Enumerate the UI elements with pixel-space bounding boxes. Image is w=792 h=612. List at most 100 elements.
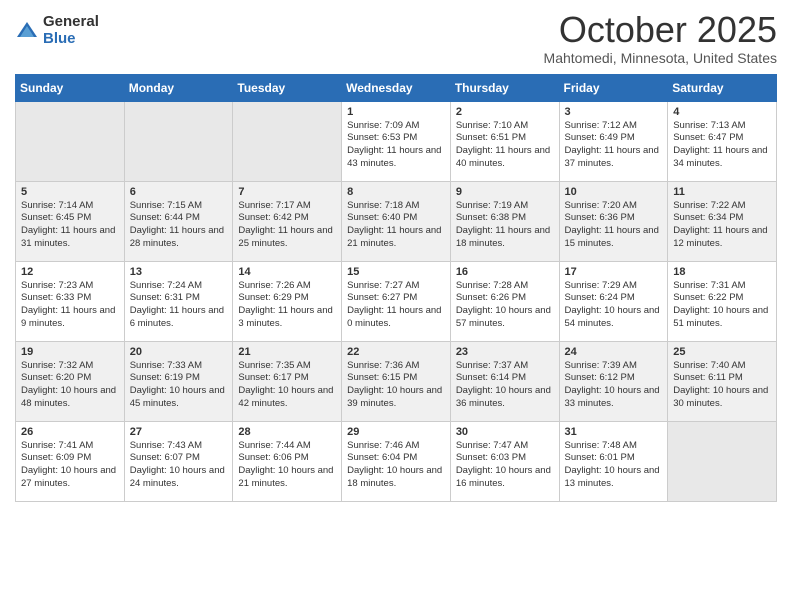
day-number: 3 xyxy=(565,106,663,118)
calendar-cell: 30Sunrise: 7:47 AM Sunset: 6:03 PM Dayli… xyxy=(450,421,559,501)
day-content: Sunrise: 7:10 AM Sunset: 6:51 PM Dayligh… xyxy=(456,120,554,171)
day-content: Sunrise: 7:26 AM Sunset: 6:29 PM Dayligh… xyxy=(238,280,336,331)
calendar-cell: 4Sunrise: 7:13 AM Sunset: 6:47 PM Daylig… xyxy=(668,101,777,181)
calendar-cell xyxy=(668,421,777,501)
day-content: Sunrise: 7:20 AM Sunset: 6:36 PM Dayligh… xyxy=(565,200,663,251)
calendar-cell: 22 Sunrise: 7:36 AM Sunset: 6:15 PM Dayli… xyxy=(342,341,451,421)
day-number: 31 xyxy=(565,426,663,438)
day-number: 20 xyxy=(130,346,228,358)
day-number: 4 xyxy=(673,106,771,118)
header-thursday: Thursday xyxy=(450,74,559,101)
calendar-cell: 19 Sunrise: 7:32 AM Sunset: 6:20 PM Dayli… xyxy=(16,341,125,421)
calendar-week-row: 1Sunrise: 7:09 AM Sunset: 6:53 PM Daylig… xyxy=(16,101,777,181)
calendar-cell: 28 Sunrise: 7:44 AM Sunset: 6:06 PM Dayli… xyxy=(233,421,342,501)
calendar-header-row: SundayMondayTuesdayWednesdayThursdayFrid… xyxy=(16,74,777,101)
header-tuesday: Tuesday xyxy=(233,74,342,101)
day-number: 14 xyxy=(238,266,336,278)
day-number: 2 xyxy=(456,106,554,118)
calendar-table: SundayMondayTuesdayWednesdayThursdayFrid… xyxy=(15,74,777,502)
day-content: Sunrise: 7:12 AM Sunset: 6:49 PM Dayligh… xyxy=(565,120,663,171)
calendar-cell: 23Sunrise: 7:37 AM Sunset: 6:14 PM Dayli… xyxy=(450,341,559,421)
calendar-cell: 20 Sunrise: 7:33 AM Sunset: 6:19 PM Dayli… xyxy=(124,341,233,421)
header-wednesday: Wednesday xyxy=(342,74,451,101)
calendar-cell: 6 Sunrise: 7:15 AM Sunset: 6:44 PM Daylig… xyxy=(124,181,233,261)
calendar-cell: 8Sunrise: 7:18 AM Sunset: 6:40 PM Daylig… xyxy=(342,181,451,261)
day-number: 10 xyxy=(565,186,663,198)
calendar-week-row: 5Sunrise: 7:14 AM Sunset: 6:45 PM Daylig… xyxy=(16,181,777,261)
calendar-week-row: 12 Sunrise: 7:23 AM Sunset: 6:33 PM Dayli… xyxy=(16,261,777,341)
header-sunday: Sunday xyxy=(16,74,125,101)
day-content: Sunrise: 7:27 AM Sunset: 6:27 PM Dayligh… xyxy=(347,280,445,331)
day-number: 9 xyxy=(456,186,554,198)
calendar-cell: 3 Sunrise: 7:12 AM Sunset: 6:49 PM Daylig… xyxy=(559,101,668,181)
day-number: 21 xyxy=(238,346,336,358)
day-content: Sunrise: 7:23 AM Sunset: 6:33 PM Dayligh… xyxy=(21,280,119,331)
day-content: Sunrise: 7:31 AM Sunset: 6:22 PM Dayligh… xyxy=(673,280,771,331)
calendar-cell: 15 Sunrise: 7:27 AM Sunset: 6:27 PM Dayli… xyxy=(342,261,451,341)
calendar-cell: 9 Sunrise: 7:19 AM Sunset: 6:38 PM Daylig… xyxy=(450,181,559,261)
day-content: Sunrise: 7:46 AM Sunset: 6:04 PM Dayligh… xyxy=(347,440,445,491)
calendar-cell: 7 Sunrise: 7:17 AM Sunset: 6:42 PM Daylig… xyxy=(233,181,342,261)
header-saturday: Saturday xyxy=(668,74,777,101)
title-section: October 2025 Mahtomedi, Minnesota, Unite… xyxy=(544,10,777,66)
day-content: Sunrise: 7:28 AM Sunset: 6:26 PM Dayligh… xyxy=(456,280,554,331)
day-number: 27 xyxy=(130,426,228,438)
day-number: 12 xyxy=(21,266,119,278)
day-content: Sunrise: 7:19 AM Sunset: 6:38 PM Dayligh… xyxy=(456,200,554,251)
header-friday: Friday xyxy=(559,74,668,101)
day-content: Sunrise: 7:36 AM Sunset: 6:15 PM Dayligh… xyxy=(347,360,445,411)
day-content: Sunrise: 7:32 AM Sunset: 6:20 PM Dayligh… xyxy=(21,360,119,411)
calendar-cell: 18 Sunrise: 7:31 AM Sunset: 6:22 PM Dayli… xyxy=(668,261,777,341)
page-header: General Blue October 2025 Mahtomedi, Min… xyxy=(15,10,777,66)
day-number: 24 xyxy=(565,346,663,358)
calendar-week-row: 26Sunrise: 7:41 AM Sunset: 6:09 PM Dayli… xyxy=(16,421,777,501)
calendar-cell xyxy=(16,101,125,181)
month-title: October 2025 xyxy=(544,10,777,50)
day-number: 6 xyxy=(130,186,228,198)
calendar-cell: 10 Sunrise: 7:20 AM Sunset: 6:36 PM Dayli… xyxy=(559,181,668,261)
day-content: Sunrise: 7:24 AM Sunset: 6:31 PM Dayligh… xyxy=(130,280,228,331)
day-number: 25 xyxy=(673,346,771,358)
day-number: 18 xyxy=(673,266,771,278)
logo-icon xyxy=(15,19,39,43)
calendar-cell: 1Sunrise: 7:09 AM Sunset: 6:53 PM Daylig… xyxy=(342,101,451,181)
day-content: Sunrise: 7:37 AM Sunset: 6:14 PM Dayligh… xyxy=(456,360,554,411)
calendar-cell xyxy=(233,101,342,181)
calendar-cell: 11Sunrise: 7:22 AM Sunset: 6:34 PM Dayli… xyxy=(668,181,777,261)
day-content: Sunrise: 7:15 AM Sunset: 6:44 PM Dayligh… xyxy=(130,200,228,251)
day-content: Sunrise: 7:44 AM Sunset: 6:06 PM Dayligh… xyxy=(238,440,336,491)
calendar-cell: 21 Sunrise: 7:35 AM Sunset: 6:17 PM Dayli… xyxy=(233,341,342,421)
day-number: 17 xyxy=(565,266,663,278)
day-content: Sunrise: 7:14 AM Sunset: 6:45 PM Dayligh… xyxy=(21,200,119,251)
day-content: Sunrise: 7:17 AM Sunset: 6:42 PM Dayligh… xyxy=(238,200,336,251)
calendar-cell: 13 Sunrise: 7:24 AM Sunset: 6:31 PM Dayli… xyxy=(124,261,233,341)
logo-general: General xyxy=(43,14,99,31)
day-content: Sunrise: 7:41 AM Sunset: 6:09 PM Dayligh… xyxy=(21,440,119,491)
day-number: 15 xyxy=(347,266,445,278)
logo-text: General Blue xyxy=(43,14,99,47)
logo-blue: Blue xyxy=(43,31,99,48)
calendar-cell: 24Sunrise: 7:39 AM Sunset: 6:12 PM Dayli… xyxy=(559,341,668,421)
day-content: Sunrise: 7:35 AM Sunset: 6:17 PM Dayligh… xyxy=(238,360,336,411)
calendar-cell: 16 Sunrise: 7:28 AM Sunset: 6:26 PM Dayli… xyxy=(450,261,559,341)
header-monday: Monday xyxy=(124,74,233,101)
day-number: 19 xyxy=(21,346,119,358)
calendar-cell: 2 Sunrise: 7:10 AM Sunset: 6:51 PM Daylig… xyxy=(450,101,559,181)
calendar-cell: 12 Sunrise: 7:23 AM Sunset: 6:33 PM Dayli… xyxy=(16,261,125,341)
day-content: Sunrise: 7:43 AM Sunset: 6:07 PM Dayligh… xyxy=(130,440,228,491)
day-number: 13 xyxy=(130,266,228,278)
day-number: 16 xyxy=(456,266,554,278)
calendar-cell: 17Sunrise: 7:29 AM Sunset: 6:24 PM Dayli… xyxy=(559,261,668,341)
day-content: Sunrise: 7:09 AM Sunset: 6:53 PM Dayligh… xyxy=(347,120,445,171)
location: Mahtomedi, Minnesota, United States xyxy=(544,50,777,66)
day-number: 22 xyxy=(347,346,445,358)
calendar-cell: 5Sunrise: 7:14 AM Sunset: 6:45 PM Daylig… xyxy=(16,181,125,261)
day-content: Sunrise: 7:33 AM Sunset: 6:19 PM Dayligh… xyxy=(130,360,228,411)
calendar-cell: 14 Sunrise: 7:26 AM Sunset: 6:29 PM Dayli… xyxy=(233,261,342,341)
calendar-cell: 31 Sunrise: 7:48 AM Sunset: 6:01 PM Dayli… xyxy=(559,421,668,501)
day-number: 7 xyxy=(238,186,336,198)
day-content: Sunrise: 7:48 AM Sunset: 6:01 PM Dayligh… xyxy=(565,440,663,491)
calendar-week-row: 19 Sunrise: 7:32 AM Sunset: 6:20 PM Dayli… xyxy=(16,341,777,421)
day-number: 28 xyxy=(238,426,336,438)
day-number: 30 xyxy=(456,426,554,438)
